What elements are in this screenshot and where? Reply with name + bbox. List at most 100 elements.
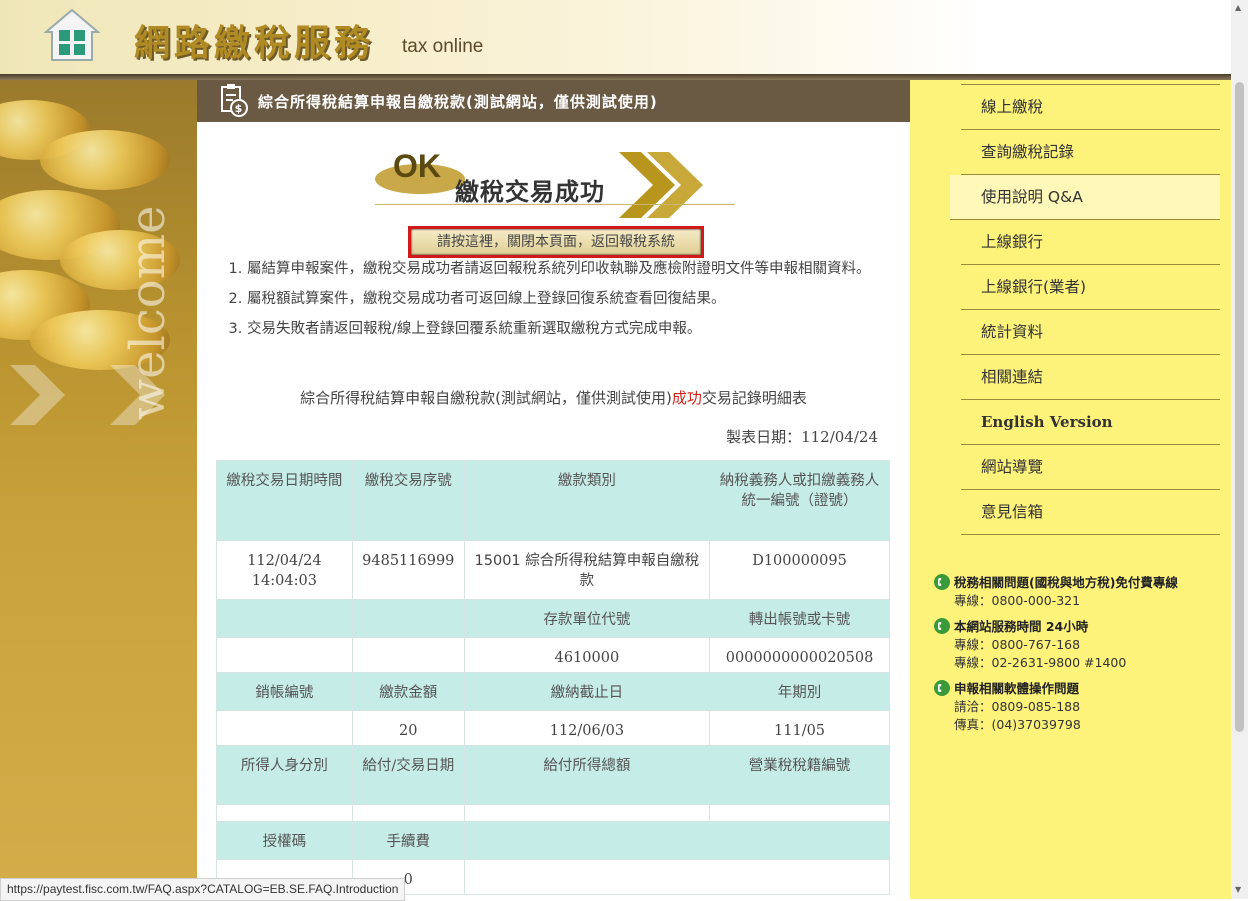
cell-writeoff-number [216, 710, 353, 746]
sidebar-item-payment-records[interactable]: 查詢繳稅記錄 [961, 130, 1220, 175]
contact-heading: 申報相關軟體操作問題 [954, 681, 1080, 696]
svg-text:$: $ [235, 102, 244, 115]
scroll-up-arrow-icon[interactable]: ▲ [1235, 3, 1241, 12]
header-cell [216, 599, 353, 638]
detail-heading-status: 成功 [671, 389, 702, 407]
detail-heading-suffix: 交易記錄明細表 [701, 389, 807, 407]
table-cell [216, 637, 353, 673]
site-header: 網路繳稅服務 tax online [0, 0, 1231, 74]
sidebar-item-banks-business[interactable]: 上線銀行(業者) [961, 265, 1220, 310]
cell-transaction-serial: 9485116999 [351, 540, 465, 600]
contact-line: 請洽：0809-085-188 [954, 699, 1081, 714]
site-logo-text: 網路繳稅服務 [134, 22, 375, 64]
table-row [216, 804, 890, 822]
table-cell [216, 804, 353, 822]
contact-heading: 本網站服務時間 24小時 [954, 619, 1089, 634]
page-title-bar: $ 綜合所得稅結算申報自繳稅款(測試網站，僅供測試使用) [197, 80, 910, 122]
header-divider [0, 74, 1231, 80]
table-header-row: 授權碼 手續費 [216, 821, 891, 860]
phone-icon [934, 680, 950, 696]
sidebar-item-feedback[interactable]: 意見信箱 [961, 490, 1220, 535]
sidebar-item-statistics[interactable]: 統計資料 [961, 310, 1220, 355]
home-icon[interactable] [44, 8, 100, 62]
gold-chevron-icon [619, 152, 703, 218]
sidebar-item-sitemap[interactable]: 網站導覽 [961, 445, 1220, 490]
scrollbar-thumb[interactable] [1235, 82, 1244, 732]
scroll-down-arrow-icon[interactable]: ▼ [1235, 885, 1241, 894]
cell-amount: 20 [351, 710, 465, 746]
header-cell: 繳款類別 [463, 460, 711, 541]
header-cell: 手續費 [351, 821, 465, 860]
tax-document-icon: $ [221, 84, 248, 117]
cell-period: 111/05 [709, 710, 890, 746]
contact-line: 傳真：(04)37039798 [954, 717, 1081, 732]
contact-line: 專線：0800-767-168 [954, 637, 1081, 652]
ok-label: OK [393, 148, 441, 184]
success-underline [375, 204, 735, 205]
header-cell: 轉出帳號或卡號 [709, 599, 890, 638]
header-cell: 繳納截止日 [463, 672, 711, 711]
phone-icon [934, 618, 950, 634]
note-item: 屬結算申報案件，繳稅交易成功者請返回報稅系統列印收執聯及應檢附證明文件等申報相關… [247, 258, 897, 280]
cell-account-number: 0000000000020508 [709, 637, 890, 673]
cell-payment-type: 15001 綜合所得稅結算申報自繳稅款 [463, 540, 711, 600]
success-message: 繳稅交易成功 [455, 178, 605, 206]
sidebar-item-banks[interactable]: 上線銀行 [961, 220, 1220, 265]
header-cell: 繳稅交易序號 [351, 460, 465, 541]
double-chevron-icon [10, 365, 165, 425]
right-sidebar: 回首頁 線上繳稅 查詢繳稅記錄 使用說明 Q&A 上線銀行 上線銀行(業者) 統… [910, 63, 1231, 899]
report-date: 製表日期：112/04/24 [726, 428, 878, 446]
contact-software-support: 申報相關軟體操作問題 請洽：0809-085-188 傳真：(04)370397… [934, 680, 1081, 734]
table-cell [351, 637, 465, 673]
header-cell: 給付/交易日期 [351, 745, 465, 805]
site-logo-subtitle: tax online [402, 36, 484, 57]
header-cell: 繳稅交易日期時間 [216, 460, 353, 541]
note-item: 交易失敗者請返回報稅/線上登錄回覆系統重新選取繳稅方式完成申報。 [247, 318, 897, 340]
notes-list: 屬結算申報案件，繳稅交易成功者請返回報稅系統列印收執聯及應檢附證明文件等申報相關… [227, 258, 897, 348]
success-banner: OK 繳稅交易成功 [375, 142, 735, 222]
sidebar-item-online-tax-payment[interactable]: 線上繳稅 [961, 85, 1220, 130]
main-content: $ 綜合所得稅結算申報自繳稅款(測試網站，僅供測試使用) OK 繳稅交易成功 請… [197, 80, 910, 899]
header-cell: 營業稅稅籍編號 [709, 745, 890, 805]
phone-icon [934, 574, 950, 590]
header-cell: 存款單位代號 [463, 599, 711, 638]
contact-line: 專線：02-2631-9800 #1400 [954, 655, 1127, 670]
contact-service-hours: 本網站服務時間 24小時 專線：0800-767-168 專線：02-2631-… [934, 618, 1127, 672]
table-cell [351, 804, 465, 822]
sidebar-item-related-links[interactable]: 相關連結 [961, 355, 1220, 400]
header-cell: 納稅義務人或扣繳義務人 統一編號（證號） [709, 460, 890, 541]
page-title: 綜合所得稅結算申報自繳稅款(測試網站，僅供測試使用) [258, 93, 658, 111]
detail-heading: 綜合所得稅結算申報自繳稅款(測試網站，僅供測試使用)成功交易記錄明細表 [197, 387, 910, 408]
table-row: 20 112/06/03 111/05 [216, 710, 890, 746]
vertical-scrollbar[interactable]: ▲ ▼ [1231, 0, 1248, 899]
header-cell [463, 821, 891, 860]
sidebar-item-qa[interactable]: 使用說明 Q&A [950, 175, 1220, 220]
note-item: 屬稅額試算案件，繳稅交易成功者可返回線上登錄回復系統查看回復結果。 [247, 288, 897, 310]
table-cell [709, 804, 890, 822]
close-and-return-link[interactable]: 請按這裡，關閉本頁面，返回報稅系統 [408, 226, 704, 258]
sidebar-menu: 回首頁 線上繳稅 查詢繳稅記錄 使用說明 Q&A 上線銀行 上線銀行(業者) 統… [950, 60, 1220, 535]
table-cell [463, 859, 891, 895]
transaction-detail-table: 繳稅交易日期時間 繳稅交易序號 繳款類別 納稅義務人或扣繳義務人 統一編號（證號… [216, 460, 891, 895]
browser-status-bar: https://paytest.fisc.com.tw/FAQ.aspx?CAT… [0, 878, 406, 901]
table-row: 112/04/24 14:04:03 9485116999 15001 綜合所得… [216, 540, 890, 600]
contact-line: 專線：0800-000-321 [954, 593, 1081, 608]
contact-heading: 稅務相關問題(國稅與地方稅)免付費專線 [954, 575, 1178, 590]
sidebar-item-english[interactable]: English Version [961, 400, 1220, 445]
header-cell: 年期別 [709, 672, 890, 711]
table-header-row: 銷帳編號 繳款金額 繳納截止日 年期別 [216, 672, 890, 711]
cell-taxpayer-id: D100000095 [709, 540, 890, 600]
table-header-row: 存款單位代號 轉出帳號或卡號 [216, 599, 890, 638]
table-header-row: 所得人身分別 給付/交易日期 給付所得總額 營業稅稅籍編號 [216, 745, 890, 805]
header-cell [351, 599, 465, 638]
header-cell: 繳款金額 [351, 672, 465, 711]
cell-due-date: 112/06/03 [463, 710, 711, 746]
header-cell: 給付所得總額 [463, 745, 711, 805]
table-row: 4610000 0000000000020508 [216, 637, 890, 673]
contact-tax-hotline: 稅務相關問題(國稅與地方稅)免付費專線 專線：0800-000-321 [934, 574, 1178, 610]
cell-transaction-datetime: 112/04/24 14:04:03 [216, 540, 353, 600]
header-cell: 所得人身分別 [216, 745, 353, 805]
header-cell: 授權碼 [216, 821, 353, 860]
left-decorative-banner: welcome [0, 80, 197, 899]
header-cell: 銷帳編號 [216, 672, 353, 711]
